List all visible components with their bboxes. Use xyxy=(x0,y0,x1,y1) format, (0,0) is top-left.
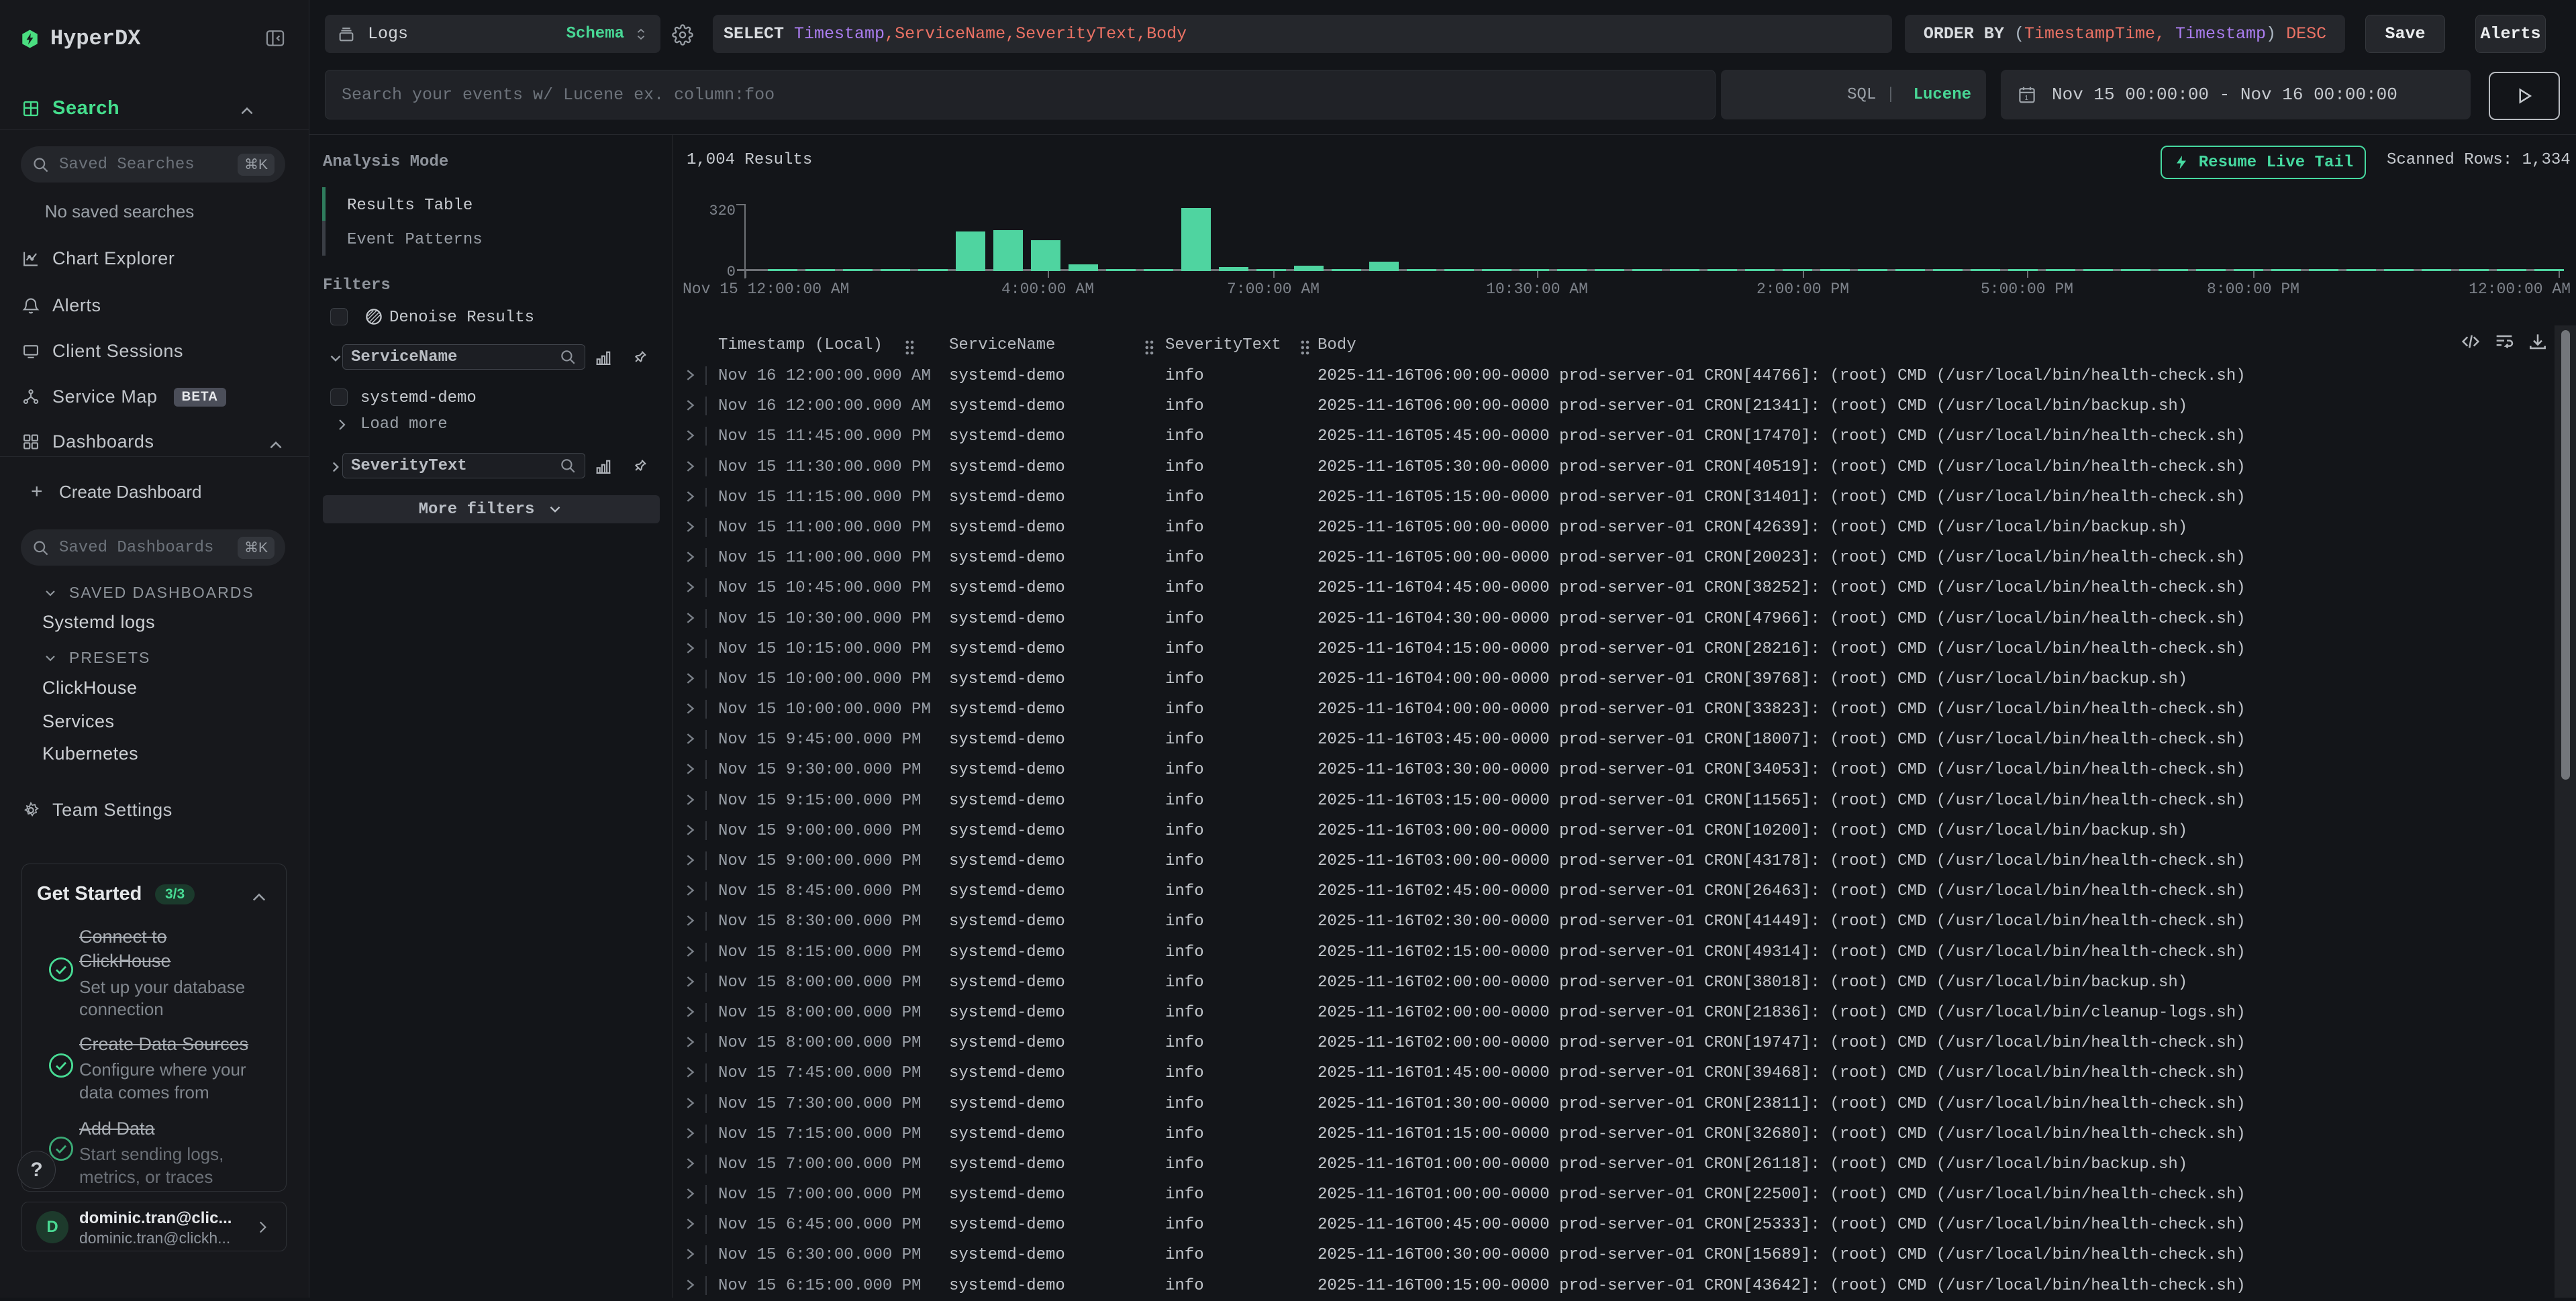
svg-text:1: 1 xyxy=(2025,95,2029,102)
